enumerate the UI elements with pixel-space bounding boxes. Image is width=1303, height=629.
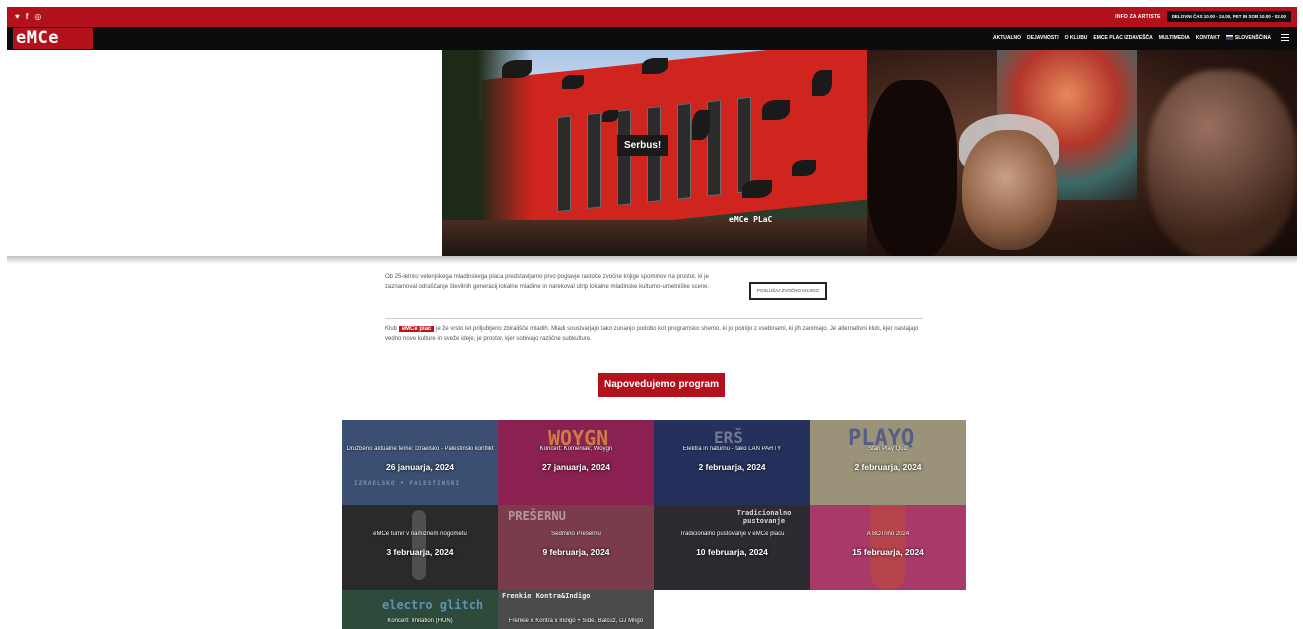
language-label: SLOVENŠČINA <box>1234 34 1271 41</box>
nav-item-o-klubu[interactable]: O KLUBU <box>1065 35 1088 41</box>
artist-info-link[interactable]: INFO ZA ARTISTE <box>1115 14 1160 20</box>
event-title: Družbeno aktualne teme: Izraelsko - Pale… <box>346 446 494 452</box>
main-nav: eMCe PLaC AKTUALNO DEJAVNOSTI O KLUBU EM… <box>7 27 1297 69</box>
person-portrait <box>962 130 1057 250</box>
facebook-icon[interactable]: f <box>26 12 29 22</box>
club-text: je že vrsto let priljubljeno zbirališče … <box>385 326 919 342</box>
event-title: A BOTrino 2024 <box>866 531 910 537</box>
event-card[interactable]: Frenkie Kontra&Indigo Frenkie x Kontra x… <box>498 590 654 629</box>
topbar-right: INFO ZA ARTISTE DELOVNI ČAS 10.00 - 24.0… <box>1115 11 1291 22</box>
nav-item-dejavnosti[interactable]: DEJAVNOSTI <box>1027 35 1059 41</box>
event-title: Stari Play Quiz <box>868 446 908 452</box>
event-art-text: Tradicionalno pustovanje <box>736 509 792 525</box>
event-date: 15 februarja, 2024 <box>852 547 924 557</box>
club-prefix: Klub <box>385 326 398 332</box>
event-card[interactable]: Tradicionalno pustovanje Tradicionalno p… <box>654 505 810 590</box>
event-title: Elektra in naturnu - tako LAN PARTY <box>682 446 782 452</box>
event-card[interactable]: electro glitch Koncert: Imitation (HUN) <box>342 590 498 629</box>
opening-hours: DELOVNI ČAS 10.00 - 24.00, PET IN SOB 10… <box>1166 11 1291 22</box>
club-badge[interactable]: eMCe plac <box>398 326 435 332</box>
building-facade <box>482 50 867 241</box>
hero-banner: eMCe PLaC Serbus! <box>7 50 1297 256</box>
nav-links: AKTUALNO DEJAVNOSTI O KLUBU EMCE PLAC IZ… <box>993 34 1289 41</box>
event-title: Tradicionalno pustovanje v eMCe placu <box>679 531 785 537</box>
event-art-text: IZRAELSKO • PALESTINSKI <box>354 480 461 487</box>
event-card[interactable]: eMCe turnir v namiznem nogometu 3 februa… <box>342 505 498 590</box>
event-date: 3 februarja, 2024 <box>386 547 454 557</box>
event-card[interactable]: PLAYQ Stari Play Quiz 2 februarja, 2024 <box>810 420 966 505</box>
nav-item-aktualno[interactable]: AKTUALNO <box>993 35 1021 41</box>
event-date: 2 februarja, 2024 <box>854 462 922 472</box>
top-bar: ♥ f ◎ INFO ZA ARTISTE DELOVNI ČAS 10.00 … <box>7 7 1297 27</box>
club-description: Klub eMCe plac je že vrsto let priljublj… <box>385 324 930 344</box>
nav-item-kontakt[interactable]: KONTAKT <box>1196 35 1220 41</box>
event-art-text: PREŠERNU <box>508 509 566 523</box>
event-card[interactable]: ERŠ Elektra in naturnu - tako LAN PARTY … <box>654 420 810 505</box>
social-links: ♥ f ◎ <box>15 12 41 22</box>
listen-audiobook-button[interactable]: POSLUŠAJ ZVOČNO KNJIGO <box>749 282 827 300</box>
event-date: 9 februarja, 2024 <box>542 547 610 557</box>
event-art-text: ERŠ <box>714 428 743 447</box>
event-date: 27 januarja, 2024 <box>541 462 611 472</box>
event-title: Koncert: Komeniak; Woygn <box>539 446 613 452</box>
event-date: 10 februarja, 2024 <box>696 547 768 557</box>
event-card[interactable]: PREŠERNU Sedmino Prešernu 9 februarja, 2… <box>498 505 654 590</box>
building-sign: eMCe PLaC <box>729 215 773 224</box>
event-art-text: electro glitch <box>382 598 484 612</box>
instagram-icon[interactable]: ◎ <box>34 12 41 22</box>
hero-caption: Serbus! <box>617 135 669 156</box>
event-date: 26 januarja, 2024 <box>385 462 455 472</box>
page-frame: ♥ f ◎ INFO ZA ARTISTE DELOVNI ČAS 10.00 … <box>7 7 1297 629</box>
foosball-figure <box>412 510 426 580</box>
event-art-text: Frenkie Kontra&Indigo <box>502 592 591 600</box>
program-button[interactable]: Napovedujemo program <box>598 373 725 397</box>
audiobook-intro: Ob 25-letnici velenjskega mladinskega pl… <box>385 274 710 290</box>
nav-item-multimedia[interactable]: MULTIMEDIA <box>1159 35 1190 41</box>
event-title: Koncert: Imitation (HUN) <box>387 618 453 624</box>
hero-building-photo: eMCe PLaC Serbus! <box>442 50 867 256</box>
event-date: 2 februarja, 2024 <box>698 462 766 472</box>
nav-item-izdavesca[interactable]: EMCE PLAC IZDAVEŠČA <box>1093 35 1152 41</box>
language-switch[interactable]: SLOVENŠČINA <box>1225 34 1271 41</box>
site-logo[interactable]: eMCe PLaC <box>13 28 93 69</box>
divider <box>385 318 923 319</box>
slovenia-flag-icon <box>1225 34 1233 40</box>
twitter-icon[interactable]: ♥ <box>15 12 20 22</box>
event-title: eMCe turnir v namiznem nogometu <box>373 531 467 537</box>
event-title: Sedmino Prešernu <box>551 531 601 537</box>
event-card[interactable]: WOYGN Koncert: Komeniak; Woygn 27 januar… <box>498 420 654 505</box>
event-card[interactable]: IZRAELSKO • PALESTINSKI Družbeno aktualn… <box>342 420 498 505</box>
hero-people-photo <box>867 50 1297 256</box>
hamburger-menu-icon[interactable] <box>1281 34 1289 41</box>
event-card[interactable]: A BOTrino 2024 15 februarja, 2024 <box>810 505 966 590</box>
event-title: Frenkie x Kontra x Indigo + Side, Balcuz… <box>508 618 644 624</box>
